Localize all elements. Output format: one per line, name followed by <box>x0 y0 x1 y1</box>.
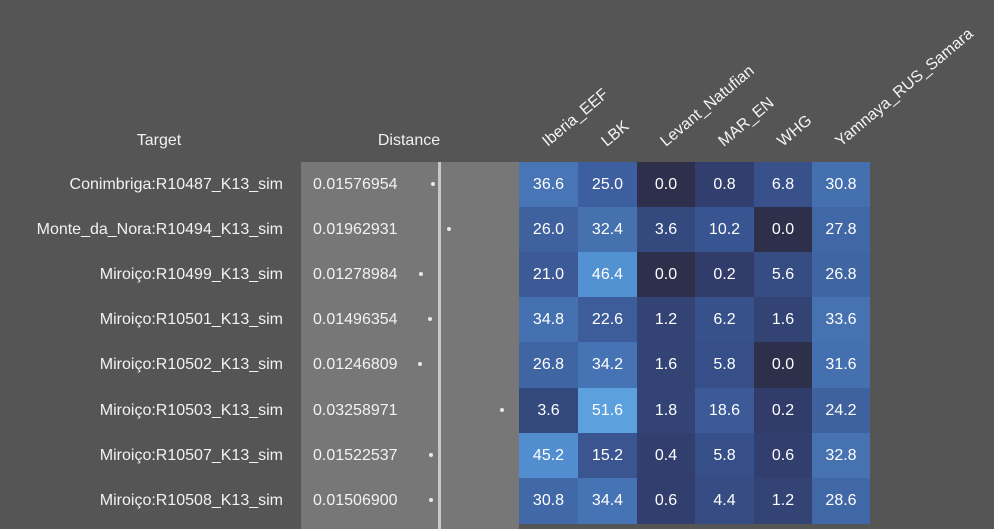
table-row[interactable]: Conimbriga:R10487_K13_sim 0.01576954 36.6 2… <box>0 162 994 208</box>
target-name: Miroiço:R10507_K13_sim <box>99 446 283 464</box>
distance-dot <box>418 362 422 367</box>
value-cell-iberia-eef: 36.6 <box>519 162 578 208</box>
value-cell-mar-en: 4.4 <box>695 477 754 524</box>
distance-value: 0.03258971 <box>313 401 398 419</box>
value-cell-iberia-eef: 34.8 <box>519 297 578 344</box>
distance-value: 0.01576954 <box>313 176 398 193</box>
value-cell-iberia-eef: 21.0 <box>519 252 578 299</box>
value-cell-mar-en: 5.8 <box>695 342 754 389</box>
value-cell-lbk: 51.6 <box>578 387 637 434</box>
value-cell-levant-natufian: 1.8 <box>637 387 695 434</box>
value-cell-yamnaya-rus-samara: 28.6 <box>812 477 870 524</box>
value-cell-lbk: 15.2 <box>578 432 637 479</box>
value-cell-lbk: 32.4 <box>578 207 637 254</box>
target-header[interactable]: Target <box>109 132 209 150</box>
value-cell-mar-en: 0.2 <box>695 252 754 299</box>
value-cell-lbk: 34.4 <box>578 477 637 524</box>
distance-value: 0.01278984 <box>313 266 398 284</box>
value-cell-whg: 0.0 <box>754 342 812 389</box>
target-name: Miroiço:R10502_K13_sim <box>99 356 283 374</box>
value-cell-mar-en: 18.6 <box>695 387 754 434</box>
value-cell-mar-en: 5.8 <box>695 432 754 479</box>
value-cell-iberia-eef: 30.8 <box>519 477 578 524</box>
column-header-whg[interactable]: WHG <box>774 112 816 151</box>
value-cell-mar-en: 0.8 <box>695 162 754 208</box>
value-cell-whg: 0.0 <box>754 207 812 254</box>
value-cell-whg: 5.6 <box>754 252 812 299</box>
value-cell-lbk: 22.6 <box>578 297 637 344</box>
distance-dot <box>447 227 452 232</box>
table-row[interactable]: Miroiço:R10507_K13_sim 0.01522537 45.2 15.2… <box>0 432 994 479</box>
target-name: Miroiço:R10501_K13_sim <box>99 311 283 329</box>
target-name: Miroiço:R10503_K13_sim <box>99 401 283 419</box>
value-cell-iberia-eef: 26.0 <box>519 207 578 254</box>
value-cell-iberia-eef: 3.6 <box>519 387 578 434</box>
distance-dot <box>428 497 433 502</box>
table-row[interactable]: Miroiço:R10502_K13_sim 0.01246809 26.8 34.2… <box>0 342 994 389</box>
value-cell-yamnaya-rus-samara: 32.8 <box>812 432 870 479</box>
target-name: Monte_da_Nora:R10494_K13_sim <box>36 221 283 239</box>
value-cell-levant-natufian: 3.6 <box>637 207 695 254</box>
target-name: Miroiço:R10499_K13_sim <box>99 266 283 284</box>
value-cell-levant-natufian: 1.2 <box>637 297 695 344</box>
table-row[interactable]: Miroiço:R10499_K13_sim 0.01278984 21.0 46.4… <box>0 252 994 299</box>
column-header-yamnaya-rus-samara[interactable]: Yamnaya_RUS_Samara <box>832 25 977 151</box>
column-header-lbk[interactable]: LBK <box>598 118 633 151</box>
value-cell-yamnaya-rus-samara: 26.8 <box>812 252 870 299</box>
table-row[interactable]: Miroiço:R10503_K13_sim 0.03258971 3.6 51.6 1… <box>0 387 994 434</box>
column-header-levant-natufian[interactable]: Levant_Natufian <box>657 62 758 151</box>
distance-dot <box>500 407 504 412</box>
distance-dot <box>431 182 436 186</box>
value-cell-whg: 1.6 <box>754 297 812 344</box>
value-cell-yamnaya-rus-samara: 27.8 <box>812 207 870 254</box>
table-row[interactable]: Monte_da_Nora:R10494_K13_sim 0.01962931 26… <box>0 207 994 254</box>
value-cell-yamnaya-rus-samara: 31.6 <box>812 342 870 389</box>
value-cell-yamnaya-rus-samara: 24.2 <box>812 387 870 434</box>
distance-value: 0.01506900 <box>313 491 398 509</box>
value-cell-whg: 1.2 <box>754 477 812 524</box>
distance-value: 0.01522537 <box>313 446 398 464</box>
value-cell-mar-en: 10.2 <box>695 207 754 254</box>
value-cell-lbk: 34.2 <box>578 342 637 389</box>
value-cell-levant-natufian: 0.4 <box>637 432 695 479</box>
value-cell-whg: 6.8 <box>754 162 812 208</box>
value-cell-whg: 0.2 <box>754 387 812 434</box>
value-cell-mar-en: 6.2 <box>695 297 754 344</box>
value-cell-yamnaya-rus-samara: 33.6 <box>812 297 870 344</box>
distance-value: 0.01246809 <box>313 356 398 374</box>
value-cell-levant-natufian: 0.0 <box>637 252 695 299</box>
value-cell-levant-natufian: 0.0 <box>637 162 695 208</box>
target-name: Miroiço:R10508_K13_sim <box>99 491 283 509</box>
value-cell-lbk: 46.4 <box>578 252 637 299</box>
distance-value: 0.01496354 <box>313 311 398 329</box>
value-cell-iberia-eef: 45.2 <box>519 432 578 479</box>
value-cell-lbk: 25.0 <box>578 162 637 208</box>
table-row[interactable]: Miroiço:R10501_K13_sim 0.01496354 34.8 22.6… <box>0 297 994 344</box>
distance-dot <box>428 317 433 322</box>
value-cell-whg: 0.6 <box>754 432 812 479</box>
value-cell-levant-natufian: 1.6 <box>637 342 695 389</box>
distance-dot <box>419 272 424 277</box>
distance-value: 0.01962931 <box>313 221 398 239</box>
value-cell-yamnaya-rus-samara: 30.8 <box>812 162 870 208</box>
table-row[interactable]: Miroiço:R10508_K13_sim 0.01506900 30.8 34.4… <box>0 477 994 524</box>
value-cell-iberia-eef: 26.8 <box>519 342 578 389</box>
distance-dot <box>429 452 434 457</box>
value-cell-levant-natufian: 0.6 <box>637 477 695 524</box>
target-name: Conimbriga:R10487_K13_sim <box>69 176 283 193</box>
distance-header[interactable]: Distance <box>359 132 459 150</box>
